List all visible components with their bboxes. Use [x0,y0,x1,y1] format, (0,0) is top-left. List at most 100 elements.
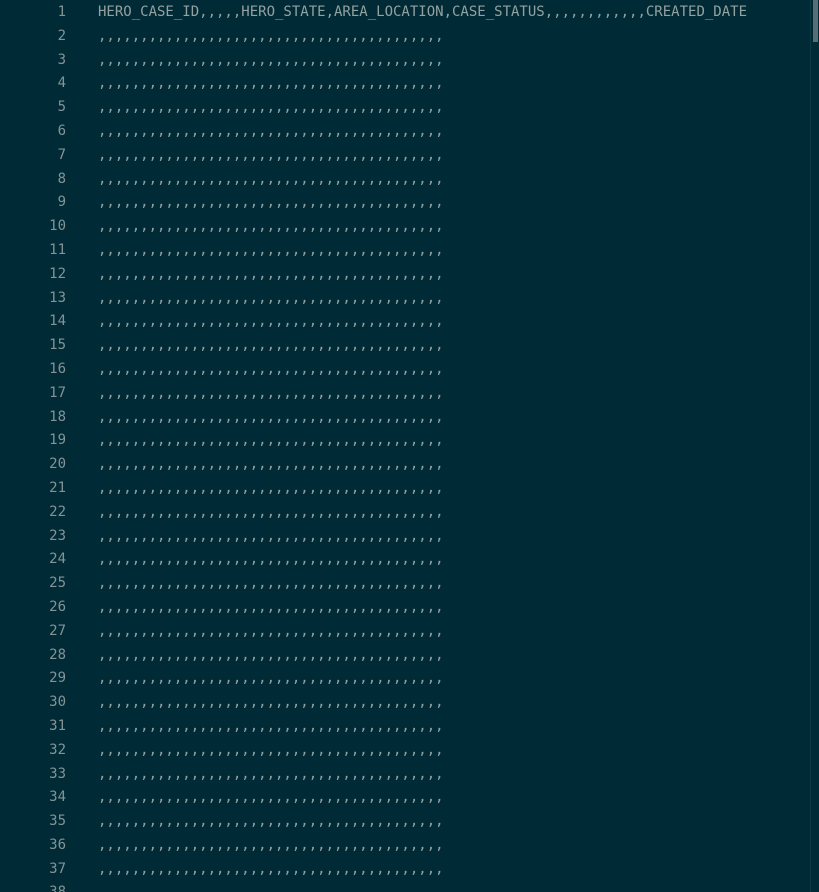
line-text[interactable]: ,,,,,,,,,,,,,,,,,,,,,,,,,,,,,,,,,,,,,,,,… [98,477,811,501]
line-number: 29 [49,670,66,687]
line-number: 17 [49,384,66,401]
line-number: 13 [49,289,66,306]
editor-line[interactable]: 7,,,,,,,,,,,,,,,,,,,,,,,,,,,,,,,,,,,,,,,… [0,144,811,168]
editor-line[interactable]: 28,,,,,,,,,,,,,,,,,,,,,,,,,,,,,,,,,,,,,,… [0,644,811,668]
line-text[interactable]: ,,,,,,,,,,,,,,,,,,,,,,,,,,,,,,,,,,,,,,,,… [98,406,811,430]
editor-line[interactable]: 12,,,,,,,,,,,,,,,,,,,,,,,,,,,,,,,,,,,,,,… [0,263,811,287]
editor-line[interactable]: 13,,,,,,,,,,,,,,,,,,,,,,,,,,,,,,,,,,,,,,… [0,287,811,311]
line-text[interactable]: ,,,,,,,,,,,,,,,,,,,,,,,,,,,,,,,,,,,,,,,,… [98,168,811,192]
line-text[interactable]: ,,,,,,,,,,,,,,,,,,,,,,,,,,,,,,,,,,,,,,,,… [98,120,811,144]
editor-line[interactable]: 20,,,,,,,,,,,,,,,,,,,,,,,,,,,,,,,,,,,,,,… [0,453,811,477]
line-text[interactable]: ,,,,,,,,,,,,,,,,,,,,,,,,,,,,,,,,,,,,,,,,… [98,263,811,287]
editor-line[interactable]: 27,,,,,,,,,,,,,,,,,,,,,,,,,,,,,,,,,,,,,,… [0,620,811,644]
line-text[interactable]: ,,,,,,,,,,,,,,,,,,,,,,,,,,,,,,,,,,,,,,,,… [98,287,811,311]
line-text[interactable]: ,,,,,,,,,,,,,,,,,,,,,,,,,,,,,,,,,,,,,,,,… [98,72,811,96]
line-number: 31 [49,717,66,734]
editor-line[interactable]: 17,,,,,,,,,,,,,,,,,,,,,,,,,,,,,,,,,,,,,,… [0,382,811,406]
line-number: 11 [49,241,66,258]
line-text[interactable]: ,,,,,,,,,,,,,,,,,,,,,,,,,,,,,,,,,,,,,,,,… [98,215,811,239]
line-number: 12 [49,265,66,282]
editor-line[interactable]: 38,,,,,,,,,,,,,,,,,,,,,,,,,,,,,,,,,,,,,,… [0,881,811,892]
code-lines[interactable]: 1 HERO_CASE_ID,,,,,HERO_STATE,AREA_LOCATI… [0,1,811,892]
line-text[interactable]: ,,,,,,,,,,,,,,,,,,,,,,,,,,,,,,,,,,,,,,,,… [98,881,811,892]
editor-line[interactable]: 26,,,,,,,,,,,,,,,,,,,,,,,,,,,,,,,,,,,,,,… [0,596,811,620]
line-text[interactable]: ,,,,,,,,,,,,,,,,,,,,,,,,,,,,,,,,,,,,,,,,… [98,810,811,834]
line-number: 5 [57,99,66,116]
line-number: 20 [49,456,66,473]
line-text[interactable]: ,,,,,,,,,,,,,,,,,,,,,,,,,,,,,,,,,,,,,,,,… [98,191,811,215]
line-text[interactable]: ,,,,,,,,,,,,,,,,,,,,,,,,,,,,,,,,,,,,,,,,… [98,144,811,168]
editor-line[interactable]: 21,,,,,,,,,,,,,,,,,,,,,,,,,,,,,,,,,,,,,,… [0,477,811,501]
line-text[interactable]: ,,,,,,,,,,,,,,,,,,,,,,,,,,,,,,,,,,,,,,,,… [98,49,811,73]
line-text[interactable]: ,,,,,,,,,,,,,,,,,,,,,,,,,,,,,,,,,,,,,,,,… [98,548,811,572]
editor-line[interactable]: 22,,,,,,,,,,,,,,,,,,,,,,,,,,,,,,,,,,,,,,… [0,501,811,525]
editor-line[interactable]: 9,,,,,,,,,,,,,,,,,,,,,,,,,,,,,,,,,,,,,,,… [0,191,811,215]
line-number: 23 [49,527,66,544]
line-text[interactable]: ,,,,,,,,,,,,,,,,,,,,,,,,,,,,,,,,,,,,,,,,… [98,596,811,620]
line-text[interactable]: ,,,,,,,,,,,,,,,,,,,,,,,,,,,,,,,,,,,,,,,,… [98,429,811,453]
line-number: 1 [57,4,66,20]
editor-line[interactable]: 33,,,,,,,,,,,,,,,,,,,,,,,,,,,,,,,,,,,,,,… [0,763,811,787]
editor-line[interactable]: 3,,,,,,,,,,,,,,,,,,,,,,,,,,,,,,,,,,,,,,,… [0,49,811,73]
editor-line[interactable]: 30,,,,,,,,,,,,,,,,,,,,,,,,,,,,,,,,,,,,,,… [0,691,811,715]
editor-line[interactable]: 10,,,,,,,,,,,,,,,,,,,,,,,,,,,,,,,,,,,,,,… [0,215,811,239]
line-text[interactable]: ,,,,,,,,,,,,,,,,,,,,,,,,,,,,,,,,,,,,,,,,… [98,739,811,763]
editor-line[interactable]: 14,,,,,,,,,,,,,,,,,,,,,,,,,,,,,,,,,,,,,,… [0,310,811,334]
line-number: 3 [57,51,66,68]
editor-line[interactable]: 4,,,,,,,,,,,,,,,,,,,,,,,,,,,,,,,,,,,,,,,… [0,72,811,96]
line-number: 6 [57,122,66,139]
line-text[interactable]: ,,,,,,,,,,,,,,,,,,,,,,,,,,,,,,,,,,,,,,,,… [98,763,811,787]
vertical-scrollbar[interactable] [810,0,819,892]
line-text[interactable]: ,,,,,,,,,,,,,,,,,,,,,,,,,,,,,,,,,,,,,,,,… [98,715,811,739]
line-number: 30 [49,694,66,711]
line-text[interactable]: ,,,,,,,,,,,,,,,,,,,,,,,,,,,,,,,,,,,,,,,,… [98,644,811,668]
editor-line[interactable]: 36,,,,,,,,,,,,,,,,,,,,,,,,,,,,,,,,,,,,,,… [0,834,811,858]
editor-line[interactable]: 31,,,,,,,,,,,,,,,,,,,,,,,,,,,,,,,,,,,,,,… [0,715,811,739]
line-text[interactable]: ,,,,,,,,,,,,,,,,,,,,,,,,,,,,,,,,,,,,,,,,… [98,453,811,477]
line-number: 38 [0,881,66,892]
editor-line[interactable]: 2,,,,,,,,,,,,,,,,,,,,,,,,,,,,,,,,,,,,,,,… [0,25,811,49]
editor-line[interactable]: 18,,,,,,,,,,,,,,,,,,,,,,,,,,,,,,,,,,,,,,… [0,406,811,430]
editor-line[interactable]: 29,,,,,,,,,,,,,,,,,,,,,,,,,,,,,,,,,,,,,,… [0,667,811,691]
line-text[interactable]: ,,,,,,,,,,,,,,,,,,,,,,,,,,,,,,,,,,,,,,,,… [98,786,811,810]
line-number: 14 [49,313,66,330]
line-text[interactable]: ,,,,,,,,,,,,,,,,,,,,,,,,,,,,,,,,,,,,,,,,… [98,691,811,715]
line-text[interactable]: ,,,,,,,,,,,,,,,,,,,,,,,,,,,,,,,,,,,,,,,,… [98,334,811,358]
editor-line[interactable]: 37,,,,,,,,,,,,,,,,,,,,,,,,,,,,,,,,,,,,,,… [0,858,811,882]
editor-line[interactable]: 1 HERO_CASE_ID,,,,,HERO_STATE,AREA_LOCATI… [0,1,811,25]
line-number: 21 [49,479,66,496]
line-number: 28 [49,646,66,663]
line-text[interactable]: ,,,,,,,,,,,,,,,,,,,,,,,,,,,,,,,,,,,,,,,,… [98,620,811,644]
line-text[interactable]: HERO_CASE_ID,,,,,HERO_STATE,AREA_LOCATIO… [98,1,811,25]
line-text[interactable]: ,,,,,,,,,,,,,,,,,,,,,,,,,,,,,,,,,,,,,,,,… [98,834,811,858]
line-text[interactable]: ,,,,,,,,,,,,,,,,,,,,,,,,,,,,,,,,,,,,,,,,… [98,501,811,525]
line-number: 26 [49,598,66,615]
line-text[interactable]: ,,,,,,,,,,,,,,,,,,,,,,,,,,,,,,,,,,,,,,,,… [98,239,811,263]
line-text[interactable]: ,,,,,,,,,,,,,,,,,,,,,,,,,,,,,,,,,,,,,,,,… [98,358,811,382]
line-text[interactable]: ,,,,,,,,,,,,,,,,,,,,,,,,,,,,,,,,,,,,,,,,… [98,572,811,596]
editor-line[interactable]: 6,,,,,,,,,,,,,,,,,,,,,,,,,,,,,,,,,,,,,,,… [0,120,811,144]
csv-editor[interactable]: 1 HERO_CASE_ID,,,,,HERO_STATE,AREA_LOCATI… [0,0,819,892]
line-text[interactable]: ,,,,,,,,,,,,,,,,,,,,,,,,,,,,,,,,,,,,,,,,… [98,96,811,120]
editor-line[interactable]: 11,,,,,,,,,,,,,,,,,,,,,,,,,,,,,,,,,,,,,,… [0,239,811,263]
editor-line[interactable]: 32,,,,,,,,,,,,,,,,,,,,,,,,,,,,,,,,,,,,,,… [0,739,811,763]
line-text[interactable]: ,,,,,,,,,,,,,,,,,,,,,,,,,,,,,,,,,,,,,,,,… [98,667,811,691]
editor-line[interactable]: 34,,,,,,,,,,,,,,,,,,,,,,,,,,,,,,,,,,,,,,… [0,786,811,810]
line-text[interactable]: ,,,,,,,,,,,,,,,,,,,,,,,,,,,,,,,,,,,,,,,,… [98,858,811,882]
line-text[interactable]: ,,,,,,,,,,,,,,,,,,,,,,,,,,,,,,,,,,,,,,,,… [98,310,811,334]
editor-line[interactable]: 19,,,,,,,,,,,,,,,,,,,,,,,,,,,,,,,,,,,,,,… [0,429,811,453]
line-text[interactable]: ,,,,,,,,,,,,,,,,,,,,,,,,,,,,,,,,,,,,,,,,… [98,525,811,549]
line-text[interactable]: ,,,,,,,,,,,,,,,,,,,,,,,,,,,,,,,,,,,,,,,,… [98,25,811,49]
editor-line[interactable]: 15,,,,,,,,,,,,,,,,,,,,,,,,,,,,,,,,,,,,,,… [0,334,811,358]
editor-line[interactable]: 8,,,,,,,,,,,,,,,,,,,,,,,,,,,,,,,,,,,,,,,… [0,168,811,192]
line-text[interactable]: ,,,,,,,,,,,,,,,,,,,,,,,,,,,,,,,,,,,,,,,,… [98,382,811,406]
editor-line[interactable]: 35,,,,,,,,,,,,,,,,,,,,,,,,,,,,,,,,,,,,,,… [0,810,811,834]
scrollbar-thumb[interactable] [813,0,818,42]
editor-line[interactable]: 24,,,,,,,,,,,,,,,,,,,,,,,,,,,,,,,,,,,,,,… [0,548,811,572]
editor-line[interactable]: 25,,,,,,,,,,,,,,,,,,,,,,,,,,,,,,,,,,,,,,… [0,572,811,596]
line-number: 35 [49,813,66,830]
line-number: 15 [49,337,66,354]
editor-line[interactable]: 16,,,,,,,,,,,,,,,,,,,,,,,,,,,,,,,,,,,,,,… [0,358,811,382]
editor-line[interactable]: 5,,,,,,,,,,,,,,,,,,,,,,,,,,,,,,,,,,,,,,,… [0,96,811,120]
editor-line[interactable]: 23,,,,,,,,,,,,,,,,,,,,,,,,,,,,,,,,,,,,,,… [0,525,811,549]
